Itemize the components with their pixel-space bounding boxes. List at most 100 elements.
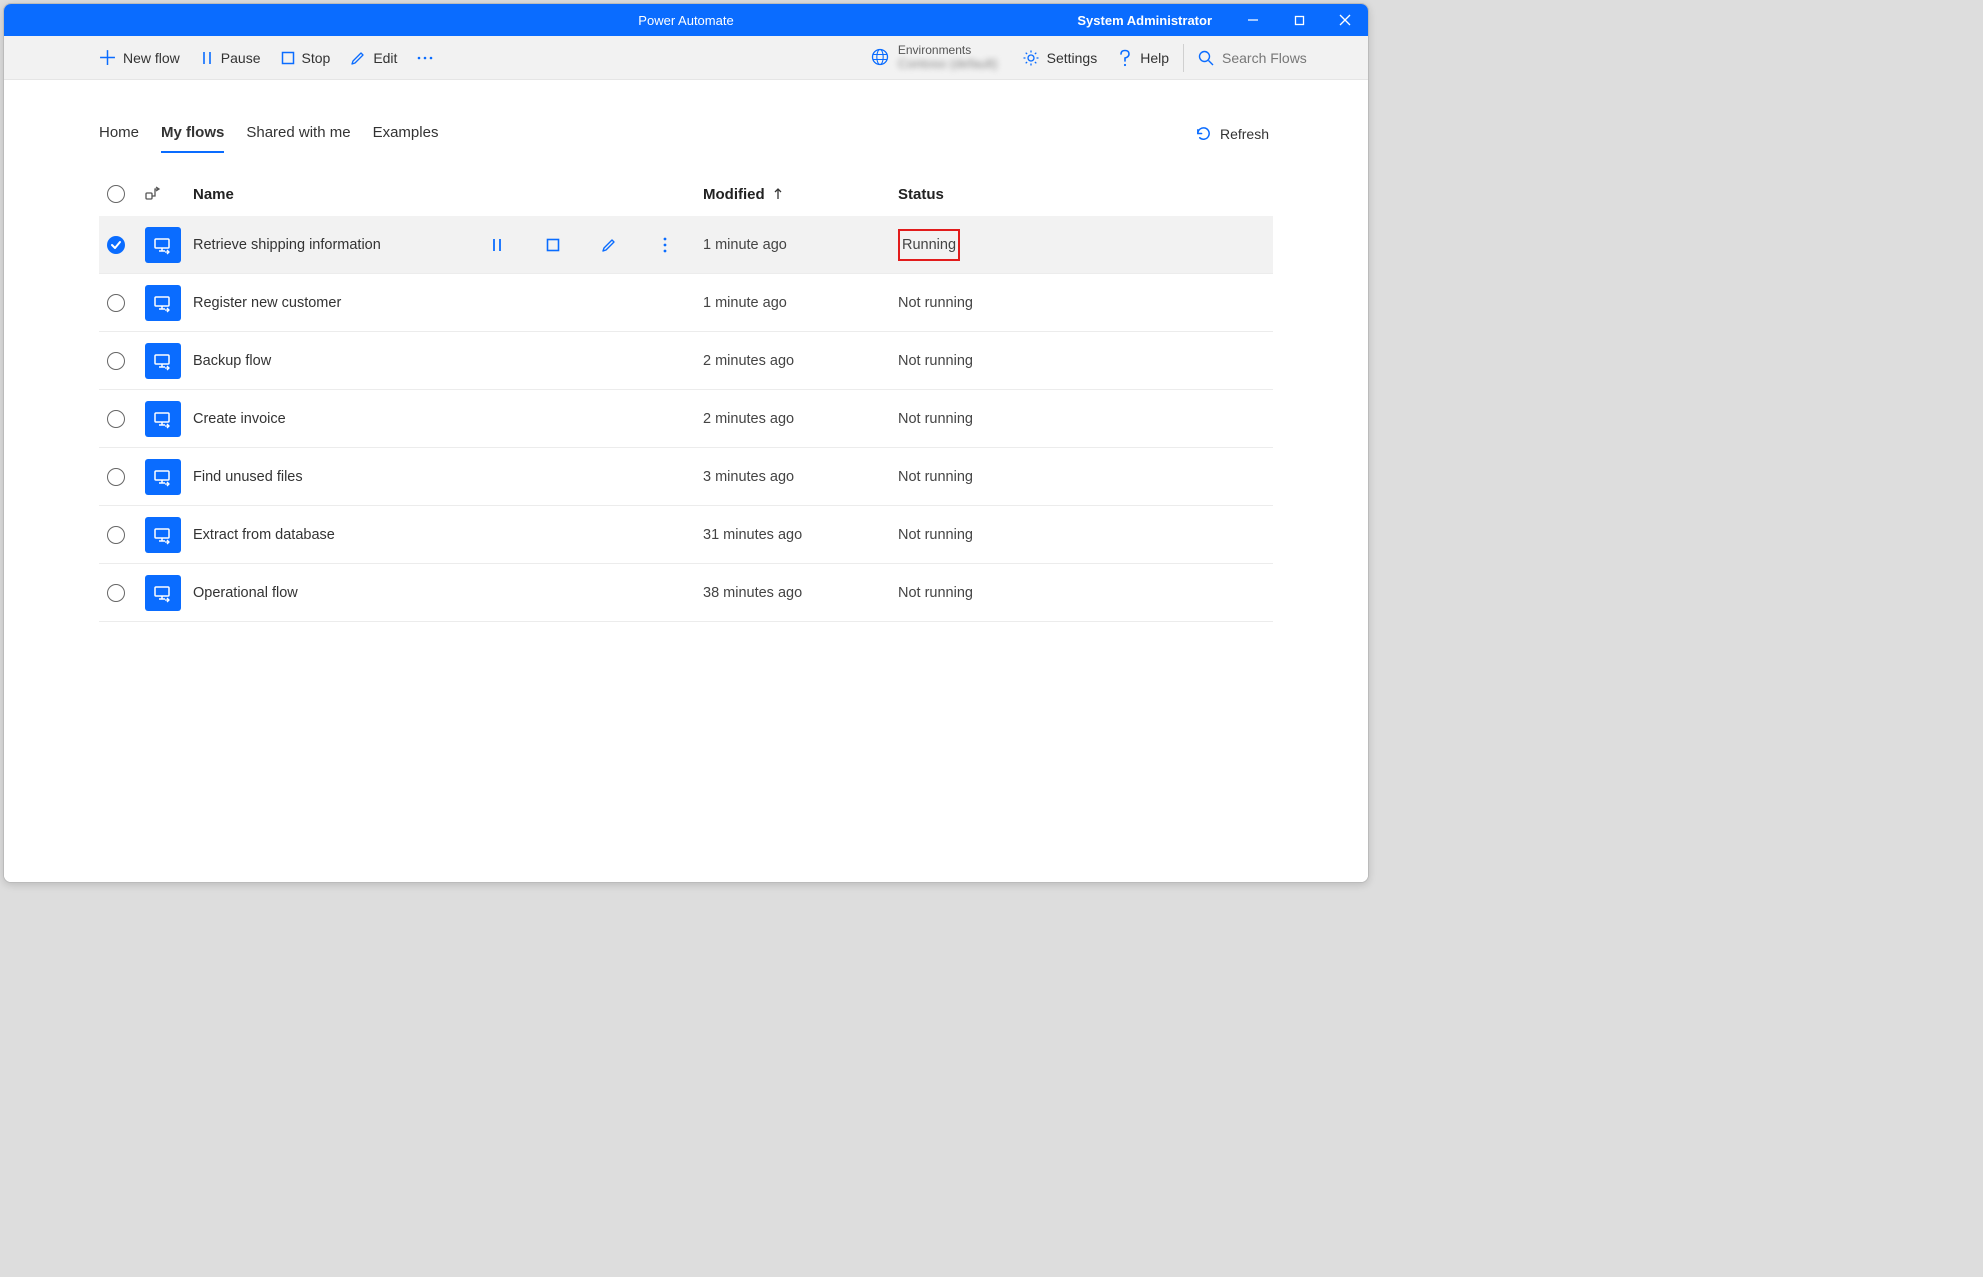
pause-label: Pause [221, 50, 261, 66]
maximize-button[interactable] [1276, 4, 1322, 36]
column-name[interactable]: Name [193, 186, 703, 203]
table-row[interactable]: Operational flow 38 minutes agoNot runnin… [99, 564, 1273, 622]
flow-modified: 31 minutes ago [703, 527, 898, 543]
flow-status: Not running [898, 527, 1163, 543]
new-flow-label: New flow [123, 50, 180, 66]
plus-icon [99, 49, 116, 66]
row-select-checkbox[interactable] [107, 352, 125, 370]
flows-grid: Name Modified Status Retrieve shipping i… [99, 172, 1273, 622]
table-row[interactable]: Register new customer 1 minute agoNot run… [99, 274, 1273, 332]
more-vertical-icon [663, 237, 667, 253]
flow-modified: 2 minutes ago [703, 411, 898, 427]
maximize-icon [1294, 15, 1305, 26]
pause-icon [490, 238, 504, 252]
refresh-label: Refresh [1220, 126, 1269, 142]
flow-modified: 3 minutes ago [703, 469, 898, 485]
row-select-checkbox[interactable] [107, 236, 125, 254]
row-more-button[interactable] [651, 231, 679, 259]
row-select-checkbox[interactable] [107, 526, 125, 544]
flow-name[interactable]: Operational flow [193, 585, 298, 601]
row-stop-button[interactable] [539, 231, 567, 259]
settings-button[interactable]: Settings [1012, 36, 1108, 79]
environment-label: Environments [898, 44, 998, 57]
flow-status: Not running [898, 585, 1163, 601]
select-all-checkbox[interactable] [107, 185, 125, 203]
tab-my-flows[interactable]: My flows [161, 114, 224, 153]
row-pause-button[interactable] [483, 231, 511, 259]
more-button[interactable] [407, 36, 443, 79]
flow-type-icon [145, 184, 161, 200]
settings-label: Settings [1047, 50, 1098, 66]
search-input[interactable]: Search Flows [1188, 50, 1358, 66]
help-button[interactable]: Help [1107, 36, 1179, 79]
new-flow-button[interactable]: New flow [89, 36, 190, 79]
flow-modified: 38 minutes ago [703, 585, 898, 601]
flow-status: Not running [898, 353, 1163, 369]
ellipsis-icon [417, 56, 433, 60]
refresh-button[interactable]: Refresh [1191, 119, 1273, 148]
close-button[interactable] [1322, 4, 1368, 36]
flow-status: Not running [898, 469, 1163, 485]
app-window: Power Automate System Administrator New … [3, 3, 1369, 883]
globe-icon [870, 47, 890, 67]
row-select-checkbox[interactable] [107, 294, 125, 312]
tab-examples[interactable]: Examples [373, 114, 439, 153]
flow-modified: 1 minute ago [703, 237, 898, 253]
minimize-icon [1247, 14, 1259, 26]
row-select-checkbox[interactable] [107, 410, 125, 428]
tabs: Home My flows Shared with me Examples [99, 114, 438, 153]
stop-label: Stop [302, 50, 331, 66]
minimize-button[interactable] [1230, 4, 1276, 36]
grid-header: Name Modified Status [99, 172, 1273, 216]
search-icon [1198, 50, 1214, 66]
flow-name[interactable]: Backup flow [193, 353, 271, 369]
sort-asc-icon [773, 188, 783, 200]
flow-status: Running [898, 229, 960, 261]
search-placeholder: Search Flows [1222, 50, 1307, 66]
table-row[interactable]: Find unused files 3 minutes agoNot runnin… [99, 448, 1273, 506]
tab-home[interactable]: Home [99, 114, 139, 153]
edit-button[interactable]: Edit [340, 36, 407, 79]
environment-value: Contoso (default) [898, 57, 998, 71]
table-row[interactable]: Create invoice 2 minutes agoNot running [99, 390, 1273, 448]
gear-icon [1022, 49, 1040, 67]
refresh-icon [1195, 125, 1212, 142]
row-select-checkbox[interactable] [107, 584, 125, 602]
tab-shared[interactable]: Shared with me [246, 114, 350, 153]
table-row[interactable]: Retrieve shipping information 1 minute ag… [99, 216, 1273, 274]
help-icon [1117, 49, 1133, 67]
column-modified[interactable]: Modified [703, 186, 898, 203]
stop-button[interactable]: Stop [271, 36, 341, 79]
table-row[interactable]: Extract from database 31 minutes agoNot r… [99, 506, 1273, 564]
flow-name[interactable]: Register new customer [193, 295, 341, 311]
titlebar: Power Automate System Administrator [4, 4, 1368, 36]
flow-name[interactable]: Create invoice [193, 411, 286, 427]
column-status[interactable]: Status [898, 186, 1163, 203]
stop-icon [281, 51, 295, 65]
pause-icon [200, 51, 214, 65]
flow-name[interactable]: Find unused files [193, 469, 303, 485]
flow-status: Not running [898, 411, 1163, 427]
flow-status: Not running [898, 295, 1163, 311]
desktop-flow-icon [145, 401, 181, 437]
close-icon [1339, 14, 1351, 26]
app-title: Power Automate [638, 13, 733, 28]
desktop-flow-icon [145, 285, 181, 321]
toolbar: New flow Pause Stop Edit Environments Co… [4, 36, 1368, 80]
edit-label: Edit [373, 50, 397, 66]
row-edit-button[interactable] [595, 231, 623, 259]
flow-name[interactable]: Retrieve shipping information [193, 237, 381, 253]
flow-modified: 1 minute ago [703, 295, 898, 311]
table-row[interactable]: Backup flow2 minutes agoNot running [99, 332, 1273, 390]
environment-picker[interactable]: Environments Contoso (default) [856, 44, 1012, 71]
pause-button[interactable]: Pause [190, 36, 271, 79]
desktop-flow-icon [145, 227, 181, 263]
desktop-flow-icon [145, 517, 181, 553]
desktop-flow-icon [145, 575, 181, 611]
pencil-icon [350, 50, 366, 66]
row-select-checkbox[interactable] [107, 468, 125, 486]
user-label[interactable]: System Administrator [1059, 13, 1230, 28]
flow-name[interactable]: Extract from database [193, 527, 335, 543]
stop-icon [546, 238, 560, 252]
desktop-flow-icon [145, 459, 181, 495]
